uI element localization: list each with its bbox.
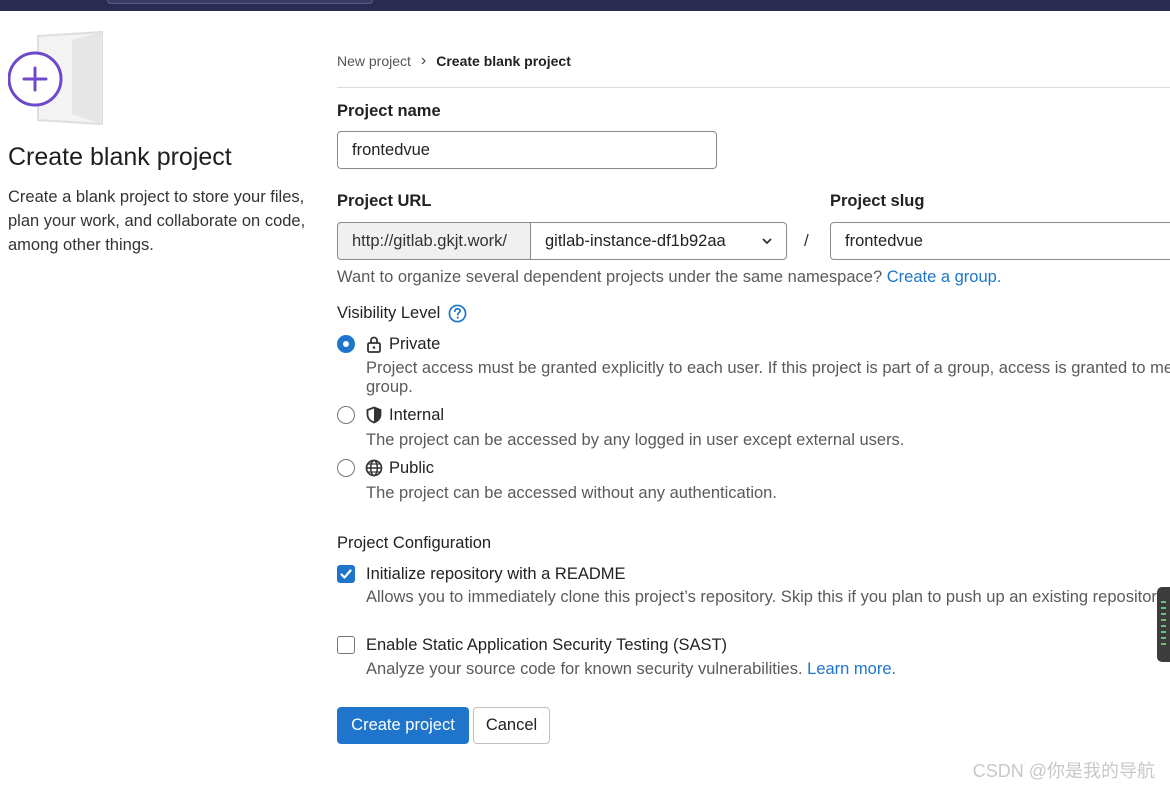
readme-desc: Allows you to immediately clone this pro… (366, 588, 1157, 606)
sast-checkbox[interactable] (337, 636, 355, 654)
project-config-label: Project Configuration (337, 534, 492, 552)
visibility-internal-radio[interactable] (337, 406, 355, 424)
sast-label: Enable Static Application Security Testi… (366, 636, 728, 654)
globe-icon (365, 459, 383, 477)
question-circle-icon[interactable] (448, 304, 467, 323)
namespace-select[interactable]: gitlab-instance-df1b92aa (530, 222, 787, 260)
project-name-input[interactable]: frontedvue (337, 131, 717, 169)
top-navbar (0, 0, 1170, 11)
lock-icon (367, 336, 381, 353)
learn-more-link[interactable]: Learn more. (807, 660, 896, 678)
visibility-label: Visibility Level (337, 304, 441, 322)
cancel-button[interactable]: Cancel (473, 707, 550, 744)
visibility-private-radio[interactable] (337, 335, 355, 353)
shield-icon (366, 406, 382, 424)
chevron-down-icon (762, 238, 772, 245)
create-project-button[interactable]: Create project (337, 707, 469, 744)
project-url-label: Project URL (337, 192, 432, 210)
sast-desc: Analyze your source code for known secur… (366, 660, 896, 679)
page-description: Create a blank project to store your fil… (8, 188, 306, 254)
visibility-internal-label: Internal (389, 406, 445, 424)
chevron-right-icon: › (420, 52, 427, 69)
check-icon (340, 569, 352, 579)
breadcrumb-current: Create blank project (436, 53, 571, 69)
readme-label: Initialize repository with a README (366, 565, 626, 583)
visibility-private-desc-line1: Project access must be granted explicitl… (366, 359, 1170, 377)
page-title: Create blank project (8, 143, 232, 171)
url-separator: / (804, 231, 809, 250)
create-group-link[interactable]: Create a group. (887, 268, 1002, 286)
visibility-public-label: Public (389, 459, 434, 477)
divider (337, 87, 1170, 88)
namespace-help: Want to organize several dependent proje… (337, 268, 1001, 287)
sast-desc-text: Analyze your source code for known secur… (366, 660, 808, 678)
blank-project-illustration-icon (8, 30, 103, 126)
search-bar[interactable] (107, 0, 373, 4)
namespace-value: gitlab-instance-df1b92aa (545, 231, 726, 250)
breadcrumb: New project › Create blank project (337, 52, 571, 70)
namespace-help-text: Want to organize several dependent proje… (337, 268, 887, 286)
visibility-public-desc: The project can be accessed without any … (366, 484, 777, 502)
breadcrumb-new-project[interactable]: New project (337, 53, 411, 69)
project-slug-input[interactable]: frontedvue (830, 222, 1170, 260)
visibility-public-radio[interactable] (337, 459, 355, 477)
visibility-internal-desc: The project can be accessed by any logge… (366, 431, 905, 449)
visibility-private-label: Private (389, 335, 441, 353)
project-name-label: Project name (337, 102, 441, 120)
project-url-prefix: http://gitlab.gkjt.work/ (337, 222, 531, 260)
visibility-private-desc-line2: group. (366, 378, 413, 396)
side-widget[interactable] (1157, 587, 1170, 662)
project-slug-label: Project slug (830, 192, 925, 210)
watermark: CSDN @你是我的导航 (972, 761, 1155, 781)
readme-checkbox[interactable] (337, 565, 355, 583)
